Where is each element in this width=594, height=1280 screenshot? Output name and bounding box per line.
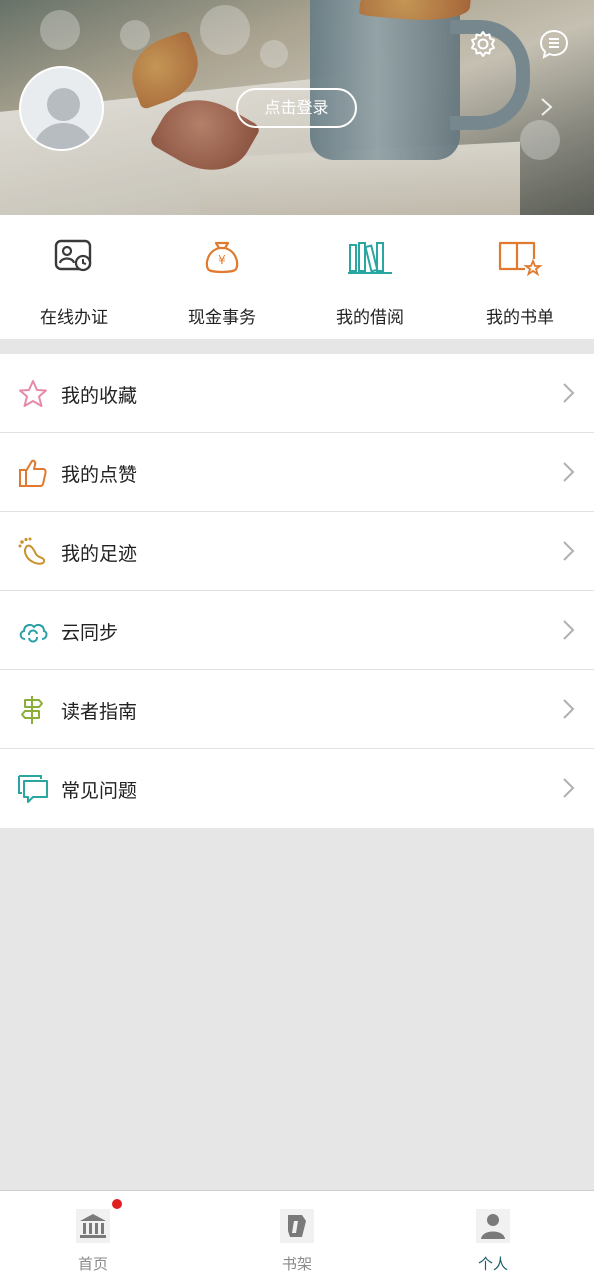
menu-item-cloud-sync[interactable]: 云同步 [0, 591, 594, 670]
menu-item-label: 常见问题 [61, 780, 138, 802]
chevron-right-icon [563, 462, 575, 482]
message-icon[interactable] [538, 28, 570, 60]
chevron-right-icon [563, 699, 575, 719]
bookshelf-nav-icon [280, 1209, 314, 1243]
settings-icon[interactable] [469, 30, 497, 58]
chevron-right-icon [563, 778, 575, 798]
chat-bubbles-icon [18, 775, 48, 803]
quick-action-label: 在线办证 [40, 308, 108, 328]
id-card-clock-icon [54, 239, 92, 272]
profile-header-banner: 点击登录 [0, 0, 594, 215]
quick-action-label: 现金事务 [188, 308, 256, 328]
menu-item-footprints[interactable]: 我的足迹 [0, 512, 594, 591]
bookshelf-icon [348, 242, 392, 274]
avatar-body [33, 123, 94, 149]
money-bag-icon: ¥ [205, 241, 239, 274]
quick-action-label: 我的借阅 [336, 308, 404, 328]
menu-item-faq[interactable]: 常见问题 [0, 749, 594, 828]
quick-action-borrowing[interactable]: 我的借阅 [296, 215, 444, 339]
svg-text:¥: ¥ [218, 253, 226, 267]
person-icon [476, 1209, 510, 1243]
nav-tab-profile[interactable]: 个人 [433, 1191, 553, 1280]
quick-actions: 在线办证 ¥ 现金事务 我的借阅 我的书单 [0, 215, 594, 339]
chevron-right-icon [563, 541, 575, 561]
quick-action-booklist[interactable]: 我的书单 [446, 215, 594, 339]
chevron-right-icon [563, 620, 575, 640]
chevron-right-icon [563, 383, 575, 403]
quick-action-cash[interactable]: ¥ 现金事务 [148, 215, 296, 339]
nav-tab-label: 首页 [77, 1255, 108, 1273]
quick-action-online-card[interactable]: 在线办证 [0, 215, 148, 339]
menu-item-favorites[interactable]: 我的收藏 [0, 354, 594, 433]
star-icon [19, 380, 47, 407]
quick-action-label: 我的书单 [486, 308, 554, 328]
nav-tab-bookshelf[interactable]: 书架 [237, 1191, 357, 1280]
menu-item-label: 我的足迹 [61, 543, 138, 565]
notification-badge [112, 1199, 122, 1209]
footprint-icon [18, 537, 46, 565]
signpost-icon [21, 696, 43, 724]
menu-item-likes[interactable]: 我的点赞 [0, 433, 594, 512]
menu-item-label: 云同步 [61, 622, 119, 644]
bottom-navigation: 首页 书架 个人 [0, 1190, 594, 1280]
book-star-icon [498, 241, 543, 277]
menu-item-label: 我的点赞 [61, 464, 138, 486]
nav-tab-home[interactable]: 首页 [33, 1191, 153, 1280]
login-button[interactable]: 点击登录 [236, 88, 357, 128]
chevron-right-icon[interactable] [536, 96, 558, 118]
nav-tab-label: 书架 [281, 1255, 312, 1273]
thumbs-up-icon [19, 459, 47, 487]
menu-item-label: 我的收藏 [61, 385, 138, 407]
avatar-head [47, 88, 80, 121]
menu-item-reader-guide[interactable]: 读者指南 [0, 670, 594, 749]
avatar[interactable] [19, 66, 104, 151]
menu-list: 我的收藏 我的点赞 我的足迹 云同步 读者指南 常见问题 [0, 354, 594, 828]
cloud-sync-icon [19, 623, 48, 643]
library-building-icon [76, 1209, 110, 1243]
nav-tab-label: 个人 [477, 1255, 508, 1273]
menu-item-label: 读者指南 [61, 701, 138, 723]
